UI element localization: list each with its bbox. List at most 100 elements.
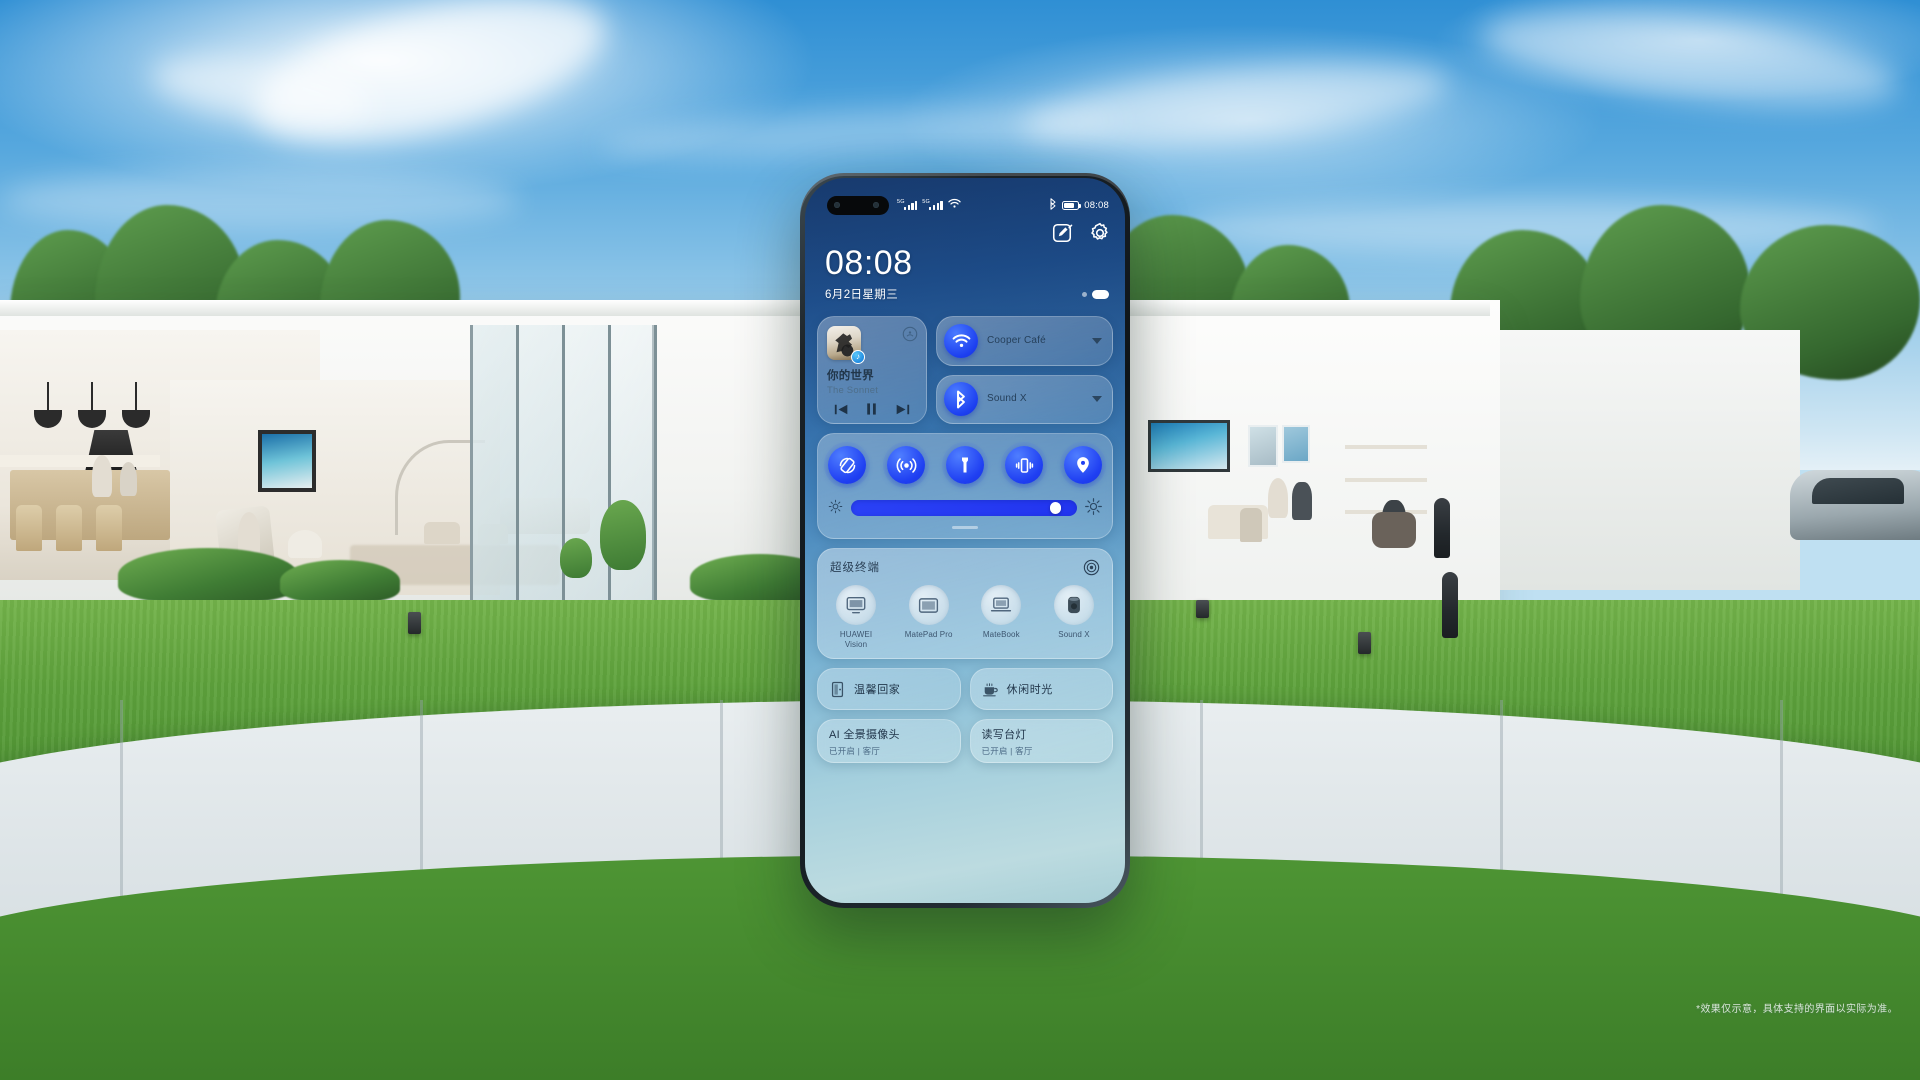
cloud bbox=[1476, 0, 1904, 126]
garden-light bbox=[408, 612, 421, 634]
page-dot-inactive[interactable] bbox=[1082, 292, 1087, 297]
bar-stool bbox=[16, 505, 42, 551]
coffee-cup-icon bbox=[982, 681, 999, 698]
bluetooth-icon[interactable] bbox=[944, 382, 978, 417]
person-desk-1 bbox=[1268, 478, 1288, 518]
lounge-chair bbox=[1372, 512, 1416, 548]
previous-track-icon[interactable] bbox=[834, 403, 849, 416]
brightness-row bbox=[828, 498, 1102, 518]
auto-rotate-icon[interactable] bbox=[828, 446, 866, 484]
device-card-desk-lamp[interactable]: 读写台灯 已开启 | 客厅 bbox=[969, 719, 1113, 763]
wifi-icon bbox=[947, 198, 961, 212]
page-dot-active[interactable] bbox=[1092, 290, 1109, 299]
cast-icon[interactable] bbox=[902, 326, 918, 342]
scene-label: 温馨回家 bbox=[854, 684, 901, 696]
wall-art bbox=[258, 430, 316, 492]
wifi-network-label: Cooper Café bbox=[987, 334, 1046, 346]
super-device-title: 超级终端 bbox=[830, 562, 880, 574]
signal-bars-sim1: 5G bbox=[897, 199, 918, 210]
display-shelf bbox=[1345, 478, 1427, 482]
dining-chair bbox=[1240, 508, 1262, 542]
disclaimer-watermark: *效果仅示意，具体支持的界面以实际为准。 bbox=[1696, 1004, 1898, 1015]
connectivity-column: Cooper Café Sound X bbox=[936, 316, 1113, 424]
device-card-camera[interactable]: AI 全景摄像头 已开启 | 客厅 bbox=[817, 719, 961, 763]
signal-bars-sim2: 5G bbox=[922, 199, 943, 210]
bluetooth-card[interactable]: Sound X bbox=[936, 374, 1113, 424]
super-device-label: HUAWEI Vision bbox=[839, 630, 873, 649]
bar-stool bbox=[96, 505, 122, 551]
flashlight-icon[interactable] bbox=[946, 446, 984, 484]
bluetooth-device-label: Sound X bbox=[987, 393, 1027, 405]
person-kitchen bbox=[92, 455, 112, 497]
album-art-figure bbox=[835, 333, 853, 353]
clock-time: 08:08 bbox=[825, 244, 913, 282]
music-player-card[interactable]: ♪ 你的世界 The Sonnet bbox=[817, 316, 927, 424]
bluetooth-icon bbox=[1049, 197, 1057, 213]
wifi-card[interactable]: Cooper Café bbox=[936, 316, 1113, 366]
brightness-slider-knob[interactable] bbox=[1049, 502, 1062, 514]
card-grabber-handle[interactable] bbox=[952, 526, 978, 529]
hedge bbox=[118, 548, 298, 602]
music-title: 你的世界 bbox=[827, 370, 874, 382]
device-name: 读写台灯 bbox=[981, 729, 1027, 741]
super-device-item-matebook[interactable]: MateBook bbox=[975, 585, 1027, 650]
device-status: 已开启 | 客厅 bbox=[981, 746, 1033, 756]
person-walking bbox=[1442, 572, 1458, 638]
brightness-slider[interactable] bbox=[851, 500, 1077, 516]
super-device-grid: HUAWEI Vision MatePad Pro MateBook Sound… bbox=[830, 585, 1100, 650]
panel-header-actions bbox=[1051, 222, 1111, 244]
brightness-high-icon bbox=[1085, 498, 1102, 518]
next-track-icon[interactable] bbox=[895, 403, 910, 416]
lock-clock: 08:08 6月2日星期三 bbox=[825, 246, 913, 302]
top-card-row: ♪ 你的世界 The Sonnet Cooper Café Sound X bbox=[817, 316, 1113, 424]
cloud bbox=[599, 96, 1121, 170]
device-name: AI 全景摄像头 bbox=[829, 729, 900, 741]
control-panel-cards: ♪ 你的世界 The Sonnet Cooper Café Sound X 超级… bbox=[817, 316, 1113, 763]
vibrate-icon[interactable] bbox=[1005, 446, 1043, 484]
speaker-icon bbox=[1053, 585, 1094, 625]
phone-screen: 5G 5G 08:08 08:08 6月2日星期三 ♪ 你的世界 The Son… bbox=[805, 178, 1125, 903]
gear-icon[interactable] bbox=[1089, 222, 1111, 244]
wifi-icon[interactable] bbox=[944, 323, 978, 358]
hedge bbox=[280, 560, 400, 602]
car-window bbox=[1812, 478, 1904, 504]
scene-label: 休闲时光 bbox=[1006, 684, 1053, 696]
super-device-card: 超级终端 HUAWEI Vision MatePad Pro MateBook … bbox=[817, 548, 1113, 659]
brightness-low-icon bbox=[828, 499, 843, 517]
display-shelf bbox=[1345, 445, 1427, 449]
device-status: 已开启 | 客厅 bbox=[829, 746, 881, 756]
cloud bbox=[1017, 47, 1453, 163]
super-device-item-vision[interactable]: HUAWEI Vision bbox=[830, 585, 882, 650]
scene-shortcuts-row: 温馨回家 休闲时光 bbox=[817, 668, 1113, 710]
person-desk-2 bbox=[1292, 482, 1312, 520]
super-device-label: MateBook bbox=[982, 630, 1020, 639]
hotspot-icon[interactable] bbox=[887, 446, 925, 484]
garden-light bbox=[1196, 600, 1209, 618]
side-table bbox=[288, 530, 322, 558]
wall-poster bbox=[1282, 425, 1310, 463]
person-kitchen-child bbox=[120, 462, 137, 496]
clock-date: 6月2日星期三 bbox=[825, 289, 899, 301]
potted-plant bbox=[560, 538, 592, 578]
super-device-item-soundx[interactable]: Sound X bbox=[1048, 585, 1100, 650]
scene-card-home[interactable]: 温馨回家 bbox=[817, 668, 961, 710]
music-note-icon: ♪ bbox=[851, 350, 865, 364]
chevron-down-icon[interactable] bbox=[1092, 396, 1102, 403]
music-controls bbox=[818, 402, 926, 416]
target-icon[interactable] bbox=[1083, 559, 1100, 576]
super-device-label: MatePad Pro bbox=[904, 630, 953, 639]
tv-icon bbox=[836, 585, 876, 625]
super-device-item-matepad[interactable]: MatePad Pro bbox=[903, 585, 955, 650]
battery-icon bbox=[1062, 200, 1082, 210]
edit-icon[interactable] bbox=[1051, 222, 1073, 244]
status-bar-time: 08:08 bbox=[1084, 199, 1109, 211]
coffee-table bbox=[424, 522, 460, 544]
scene-card-leisure[interactable]: 休闲时光 bbox=[969, 668, 1113, 710]
pause-icon[interactable] bbox=[865, 402, 878, 416]
status-bar: 5G 5G 08:08 bbox=[805, 194, 1125, 216]
page-indicator[interactable] bbox=[1082, 290, 1109, 299]
phone-device: 5G 5G 08:08 08:08 6月2日星期三 ♪ 你的世界 The Son… bbox=[800, 173, 1130, 908]
wall-tv bbox=[1148, 420, 1230, 472]
chevron-down-icon[interactable] bbox=[1092, 337, 1102, 344]
location-icon[interactable] bbox=[1064, 446, 1102, 484]
